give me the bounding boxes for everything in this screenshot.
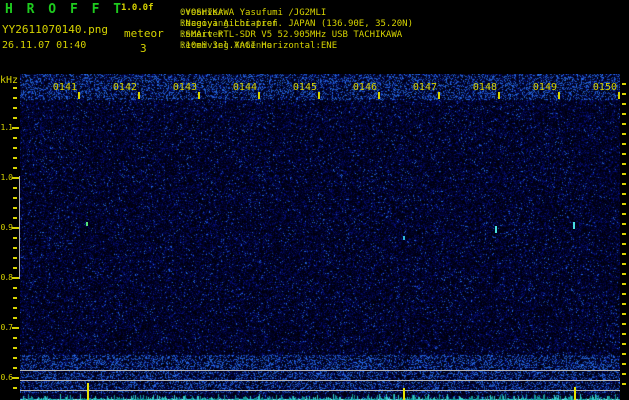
level-reference-line xyxy=(20,370,620,371)
time-tick-label: 0146 xyxy=(352,82,377,93)
meteor-echo-mark xyxy=(86,222,88,226)
time-tick xyxy=(558,92,560,99)
time-tick-label: 0144 xyxy=(232,82,257,93)
time-tick xyxy=(78,92,80,99)
spectrogram-noise-field xyxy=(20,74,620,400)
meteor-spike xyxy=(403,388,405,400)
meteor-spike xyxy=(87,383,89,400)
meteor-count: 3 xyxy=(140,42,147,55)
level-reference-line xyxy=(20,390,620,391)
freq-tick-major xyxy=(12,327,19,329)
time-tick xyxy=(198,92,200,99)
info-value: :SMArt RTL-SDR V5 52.905MHz USB TACHIKAW… xyxy=(180,30,402,41)
time-tick xyxy=(498,92,500,99)
time-tick-label: 0149 xyxy=(532,82,557,93)
freq-axis-minor-ticks-left xyxy=(13,87,17,390)
freq-tick-major xyxy=(12,127,19,129)
calibration-bar xyxy=(19,176,20,279)
freq-tick-major xyxy=(12,177,19,179)
freq-tick-label: 0.6 xyxy=(0,373,12,382)
meteor-echo-mark xyxy=(495,226,497,233)
time-tick-label: 0145 xyxy=(292,82,317,93)
freq-axis-unit-label: kHz xyxy=(0,75,18,86)
freq-tick-label: 0.9 xyxy=(0,223,12,232)
time-tick-label: 0142 xyxy=(112,82,137,93)
time-tick-label: 0141 xyxy=(52,82,77,93)
meteor-echo-mark xyxy=(403,236,405,240)
freq-axis-minor-ticks-right xyxy=(622,83,626,393)
freq-tick-label: 1.1 xyxy=(0,123,12,132)
app-title: H R O F F T xyxy=(5,2,124,17)
time-tick-label: 0148 xyxy=(472,82,497,93)
freq-tick-major xyxy=(12,277,19,279)
freq-tick-label: 0.7 xyxy=(0,323,12,332)
hrofft-output-screen: H R O F F T 1.0.0f YY2611070140.png mete… xyxy=(0,0,629,400)
freq-tick-major xyxy=(12,377,19,379)
time-tick xyxy=(138,92,140,99)
time-tick xyxy=(618,92,620,99)
observation-datetime: 26.11.07 01:40 xyxy=(2,40,86,51)
time-tick xyxy=(258,92,260,99)
meteor-echo-mark xyxy=(573,222,575,229)
time-tick xyxy=(318,92,320,99)
time-tick xyxy=(438,92,440,99)
info-value: :10mH 3el.YAGI Horizontal:ENE xyxy=(180,41,337,52)
time-tick-label: 0143 xyxy=(172,82,197,93)
time-tick-label: 0150 xyxy=(592,82,617,93)
level-reference-line xyxy=(20,380,620,381)
info-value: :Nagoya Aichi-pref. JAPAN (136.90E, 35.2… xyxy=(180,19,413,30)
time-tick xyxy=(378,92,380,99)
freq-tick-label: 1.0 xyxy=(0,173,12,182)
app-version-label: 1.0.0f xyxy=(121,3,154,13)
mode-label: meteor xyxy=(124,27,164,40)
time-tick-label: 0147 xyxy=(412,82,437,93)
meteor-spike xyxy=(574,387,576,400)
freq-tick-major xyxy=(12,227,19,229)
output-filename: YY2611070140.png xyxy=(2,23,108,36)
info-value: :YOSHIKAWA Yasufumi /JG2MLI xyxy=(180,8,326,19)
freq-tick-label: 0.8 xyxy=(0,273,12,282)
